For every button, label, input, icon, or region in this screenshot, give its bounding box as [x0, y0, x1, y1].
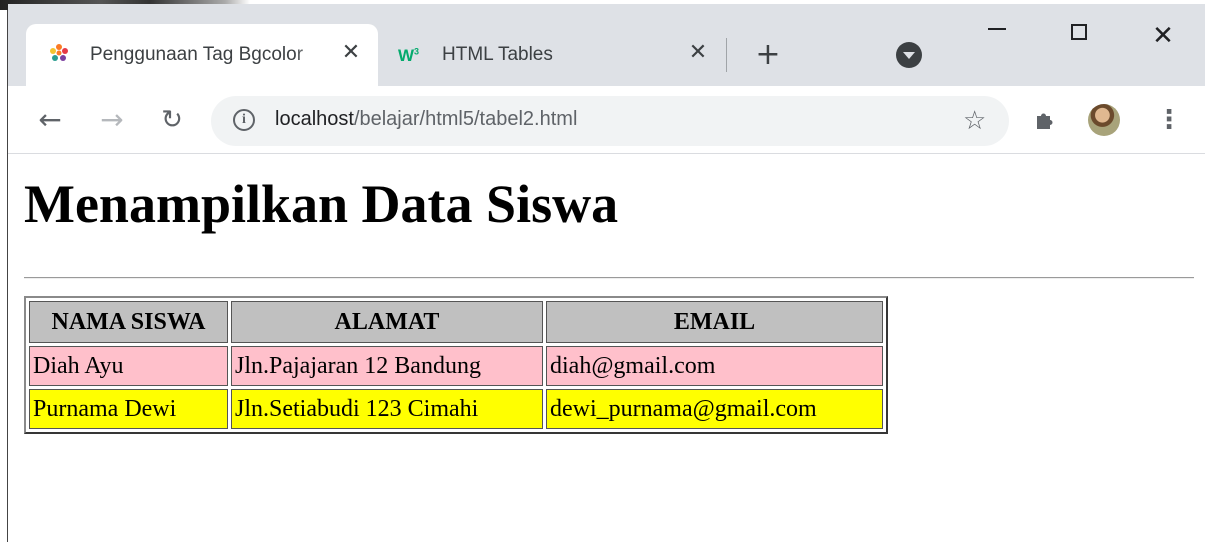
url-text[interactable]: localhost/belajar/html5/tabel2.html	[275, 108, 577, 131]
window-left-edge	[0, 10, 8, 542]
star-icon[interactable]: ☆	[963, 106, 986, 136]
tab-divider	[726, 38, 727, 72]
new-tab-button[interactable]: +	[750, 38, 786, 74]
page-title: Menampilkan Data Siswa	[24, 174, 619, 234]
address-bar[interactable]: i localhost/belajar/html5/tabel2.html ☆	[211, 96, 1009, 146]
cell-nama-siswa: Purnama Dewi	[29, 389, 228, 429]
minimize-icon	[988, 28, 1006, 30]
data-siswa-table: NAMA SISWA ALAMAT EMAIL Diah Ayu Jln.Paj…	[24, 296, 888, 434]
column-header-alamat: ALAMAT	[231, 301, 543, 343]
w3schools-icon: W3	[398, 46, 420, 65]
horizontal-rule	[24, 277, 1194, 279]
tab-strip: Penggunaan Tag Bgcolor ✕ W3 HTML Tables …	[8, 4, 1205, 86]
tab-search-icon[interactable]	[896, 42, 922, 68]
cell-nama-siswa: Diah Ayu	[29, 346, 228, 386]
browser-window: Penggunaan Tag Bgcolor ✕ W3 HTML Tables …	[8, 4, 1205, 542]
browser-toolbar: ← → ↻ i localhost/belajar/html5/tabel2.h…	[8, 86, 1205, 154]
extensions-icon[interactable]	[1034, 108, 1056, 130]
cell-alamat: Jln.Pajajaran 12 Bandung	[231, 346, 543, 386]
maximize-icon	[1071, 24, 1087, 40]
table-row: Purnama Dewi Jln.Setiabudi 123 Cimahi de…	[29, 389, 883, 429]
tab-html-tables[interactable]: W3 HTML Tables ✕	[378, 24, 738, 86]
info-icon[interactable]: i	[233, 109, 255, 131]
url-path: /belajar/html5/tabel2.html	[353, 108, 578, 130]
close-icon: ✕	[1152, 21, 1174, 51]
minimize-button[interactable]	[974, 16, 1020, 56]
cell-email: diah@gmail.com	[546, 346, 883, 386]
cell-email: dewi_purnama@gmail.com	[546, 389, 883, 429]
maximize-button[interactable]	[1056, 16, 1102, 56]
menu-icon[interactable]: ⋮	[1156, 106, 1182, 136]
close-window-button[interactable]: ✕	[1140, 16, 1186, 56]
column-header-nama-siswa: NAMA SISWA	[29, 301, 228, 343]
back-arrow-icon[interactable]: ←	[32, 102, 68, 138]
forward-arrow-icon[interactable]: →	[94, 102, 130, 138]
close-tab-icon[interactable]: ✕	[683, 38, 713, 68]
close-tab-icon[interactable]: ✕	[336, 38, 366, 68]
avatar[interactable]	[1088, 104, 1120, 136]
xampp-icon	[50, 44, 68, 61]
tab-title: Penggunaan Tag Bgcolor	[90, 44, 304, 65]
table-header-row: NAMA SISWA ALAMAT EMAIL	[29, 301, 883, 343]
page-content: Menampilkan Data Siswa NAMA SISWA ALAMAT…	[8, 155, 1205, 542]
column-header-email: EMAIL	[546, 301, 883, 343]
tab-penggunaan-tag-bgcolor[interactable]: Penggunaan Tag Bgcolor ✕	[26, 24, 378, 86]
tab-title: HTML Tables	[442, 44, 553, 65]
url-host: localhost	[275, 108, 354, 130]
cell-alamat: Jln.Setiabudi 123 Cimahi	[231, 389, 543, 429]
reload-icon[interactable]: ↻	[154, 102, 190, 138]
table-row: Diah Ayu Jln.Pajajaran 12 Bandung diah@g…	[29, 346, 883, 386]
